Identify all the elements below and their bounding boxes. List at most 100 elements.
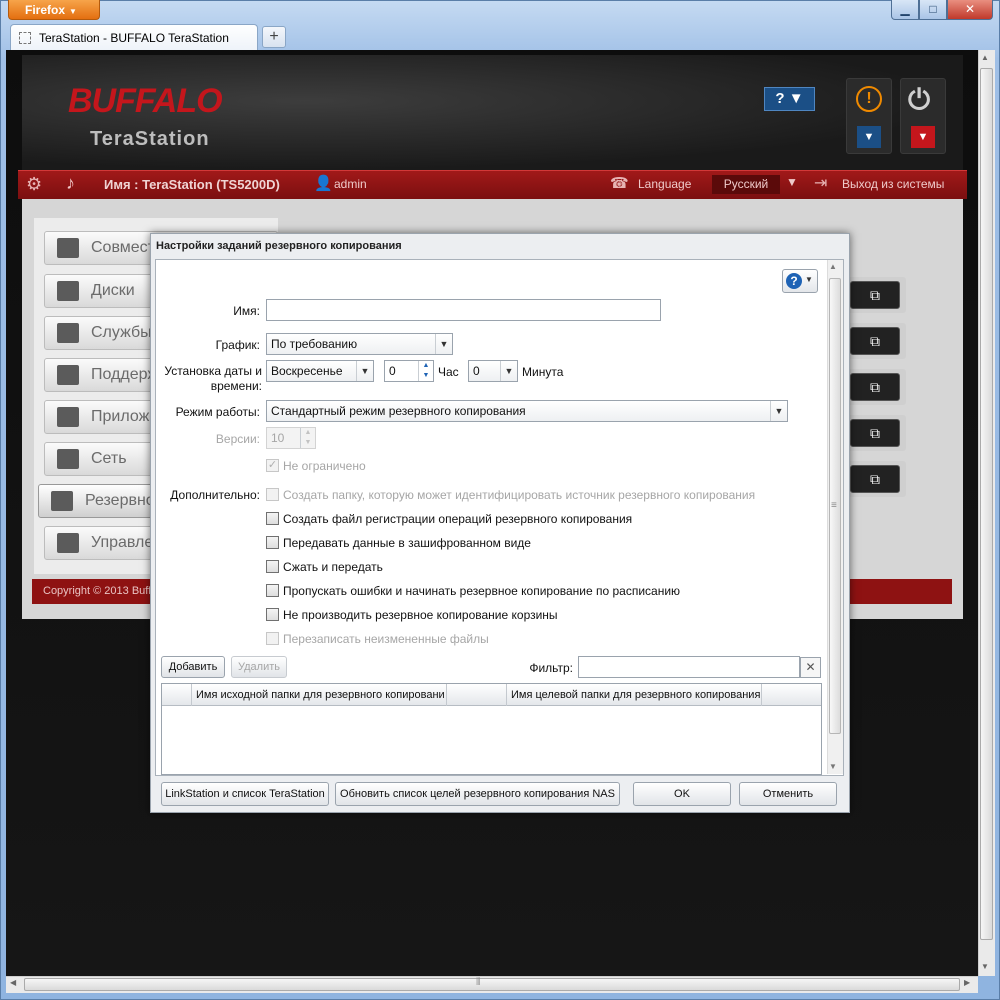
scroll-up-icon[interactable]: ▲ (829, 262, 837, 271)
open-settings-button[interactable]: ⧉ (850, 373, 900, 401)
delete-button[interactable]: Удалить (231, 656, 287, 678)
page-vertical-scroll-thumb[interactable] (980, 68, 993, 940)
schedule-select[interactable]: По требованию ▼ (266, 333, 453, 355)
scroll-down-icon[interactable]: ▼ (829, 762, 837, 771)
help-icon: ? (786, 273, 802, 289)
extra-label: Дополнительно: (170, 488, 260, 502)
product-logo: TeraStation (90, 128, 210, 150)
cancel-button[interactable]: Отменить (739, 782, 837, 806)
browser-tab[interactable]: TeraStation - BUFFALO TeraStation (10, 24, 258, 50)
open-settings-button[interactable]: ⧉ (850, 281, 900, 309)
open-settings-button[interactable]: ⧉ (850, 465, 900, 493)
versions-value: 10 (271, 431, 285, 445)
grid-select-column[interactable] (162, 684, 192, 706)
external-link-icon: ⧉ (870, 287, 880, 303)
schedule-label: График: (215, 338, 260, 352)
help-menu-button[interactable]: ? ▼ (764, 87, 815, 111)
external-link-icon: ⧉ (870, 379, 880, 395)
unlimited-label: Не ограничено (283, 459, 366, 473)
dialog-title: Настройки заданий резервного копирования (156, 240, 402, 252)
clear-filter-icon[interactable]: ✕ (800, 657, 821, 678)
scroll-left-icon[interactable]: ◀ (10, 978, 16, 987)
ok-button[interactable]: OK (633, 782, 731, 806)
versions-stepper[interactable]: 10 ▲ ▼ (266, 427, 316, 449)
brand-logo: BUFFALO (68, 82, 223, 120)
stepper-arrows-icon: ▲ ▼ (300, 428, 315, 448)
chevron-down-icon: ▼ (356, 361, 373, 381)
support-icon (57, 365, 79, 385)
scroll-up-icon[interactable]: ▲ (981, 53, 989, 62)
minimize-button[interactable]: ▁ (891, 0, 919, 20)
scroll-grip-icon: ≡ (831, 500, 837, 511)
open-settings-button[interactable]: ⧉ (850, 327, 900, 355)
mode-label: Режим работы: (175, 405, 260, 419)
filter-label: Фильтр: (529, 661, 573, 675)
network-icon (57, 449, 79, 469)
alert-dropdown-button[interactable]: ▼ (857, 126, 881, 148)
scroll-down-icon[interactable]: ▼ (981, 962, 989, 971)
mode-select[interactable]: Стандартный режим резервного копирования… (266, 400, 788, 422)
page-horizontal-scroll-thumb[interactable] (24, 978, 960, 991)
scroll-right-icon[interactable]: ▶ (964, 978, 970, 987)
minute-value: 0 (473, 364, 480, 378)
hour-stepper[interactable]: 0 ▲ ▼ (384, 360, 434, 382)
external-link-icon: ⧉ (870, 425, 880, 441)
maximize-button[interactable]: □ (919, 0, 947, 20)
day-select[interactable]: Воскресенье ▼ (266, 360, 374, 382)
day-value: Воскресенье (271, 364, 343, 378)
settings-gear-icon[interactable]: ⚙ (26, 174, 42, 195)
datetime-label: Установка даты и времени: (164, 364, 262, 393)
minute-select[interactable]: 0 ▼ (468, 360, 518, 382)
stepper-arrows-icon[interactable]: ▲ ▼ (418, 361, 433, 381)
services-icon (57, 323, 79, 343)
grid-column-source[interactable]: Имя исходной папки для резервного копиро… (192, 684, 447, 706)
logout-link[interactable]: Выход из системы (842, 177, 944, 191)
option-checkbox-compress[interactable] (266, 560, 279, 573)
folder-icon (57, 238, 79, 258)
option-checkbox-log-file[interactable] (266, 512, 279, 525)
add-button[interactable]: Добавить (161, 656, 225, 678)
tab-title: TeraStation - BUFFALO TeraStation (39, 31, 229, 45)
chevron-down-icon[interactable]: ▼ (786, 175, 798, 189)
option-checkbox-skip-errors[interactable] (266, 584, 279, 597)
option-label-log-file: Создать файл регистрации операций резерв… (283, 512, 633, 526)
name-input[interactable] (266, 299, 661, 321)
unlimited-checkbox[interactable]: ✓ (266, 459, 279, 472)
option-checkbox-encrypt[interactable] (266, 536, 279, 549)
hour-value: 0 (389, 364, 396, 378)
name-label: Имя: (233, 304, 260, 318)
sidebar-item-label: Службы (91, 324, 152, 341)
logout-icon[interactable]: ⇥ (814, 173, 827, 193)
device-name: Имя : TeraStation (TS5200D) (104, 177, 280, 192)
new-tab-button[interactable]: + (262, 26, 286, 48)
filter-input[interactable] (578, 656, 800, 678)
chevron-down-icon: ▼ (69, 7, 77, 16)
option-checkbox-create-folder[interactable] (266, 488, 279, 501)
chevron-down-icon: ▼ (500, 361, 517, 381)
music-note-icon[interactable]: ♪ (66, 173, 75, 194)
linkstation-list-button[interactable]: LinkStation и список TeraStation (161, 782, 329, 806)
power-dropdown-button[interactable]: ▼ (911, 126, 935, 148)
versions-label: Версии: (215, 432, 260, 446)
tools-icon (57, 533, 79, 553)
option-label-overwrite: Перезаписать неизмененные файлы (283, 632, 489, 646)
language-icon: ☎ (610, 175, 629, 192)
firefox-menu-button[interactable]: Firefox ▼ (8, 0, 100, 20)
grid-column-target[interactable]: Имя целевой папки для резервного копиров… (507, 684, 762, 706)
open-settings-button[interactable]: ⧉ (850, 419, 900, 447)
page-icon (19, 32, 31, 44)
option-checkbox-skip-trash[interactable] (266, 608, 279, 621)
option-label-skip-trash: Не производить резервное копирование кор… (283, 608, 558, 622)
option-checkbox-overwrite[interactable] (266, 632, 279, 645)
language-select[interactable]: Русский (712, 175, 780, 194)
alert-icon[interactable]: ! (856, 86, 882, 112)
close-window-button[interactable]: ✕ (947, 0, 993, 20)
user-icon: 👤 (314, 175, 333, 192)
power-icon[interactable]: ⏻ (908, 84, 930, 117)
scroll-grip-icon: ⦀ (476, 977, 481, 988)
hour-unit: Час (438, 365, 459, 379)
refresh-nas-targets-button[interactable]: Обновить список целей резервного копиров… (335, 782, 620, 806)
language-label: Language (638, 177, 692, 191)
chevron-down-icon: ▼ (805, 275, 813, 284)
disk-icon (57, 281, 79, 301)
